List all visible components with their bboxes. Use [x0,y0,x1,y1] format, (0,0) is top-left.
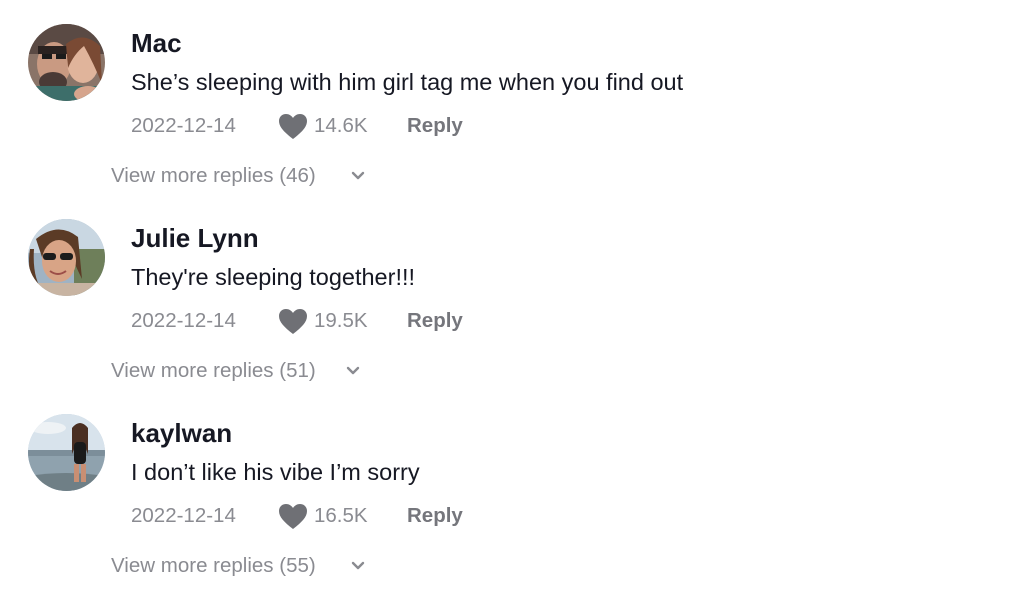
comment-text: She’s sleeping with him girl tag me when… [131,69,684,95]
avatar[interactable] [28,219,105,296]
avatar[interactable] [28,24,105,101]
reply-button[interactable]: Reply [407,501,463,531]
avatar-photo-icon [28,219,105,296]
comment-text: They're sleeping together!!! [131,264,416,290]
view-more-replies-label: View more replies (55) [111,554,316,577]
like-count: 16.5K [314,504,368,527]
like-count: 14.6K [314,114,368,137]
comment-item: kaylwan I don’t like his vibe I’m sorry … [0,390,1024,585]
heart-icon[interactable] [278,308,308,336]
comment-text: I don’t like his vibe I’m sorry [131,459,420,485]
chevron-down-icon [346,366,360,376]
heart-icon[interactable] [278,113,308,141]
comment-username[interactable]: Mac [131,27,182,59]
avatar-photo-icon [28,414,105,491]
comment-date: 2022-12-14 [131,114,236,137]
comment-username[interactable]: Julie Lynn [131,222,259,254]
view-more-replies-label: View more replies (51) [111,359,316,382]
chevron-down-icon [351,171,365,181]
chevron-down-icon [351,561,365,571]
reply-button[interactable]: Reply [407,111,463,141]
heart-icon[interactable] [278,503,308,531]
comment-username[interactable]: kaylwan [131,417,232,449]
avatar[interactable] [28,414,105,491]
reply-button[interactable]: Reply [407,306,463,336]
comment-date: 2022-12-14 [131,309,236,332]
comment-date: 2022-12-14 [131,504,236,527]
comment-item: Julie Lynn They're sleeping together!!! … [0,195,1024,390]
avatar-photo-icon [28,24,105,101]
comment-list: Mac She’s sleeping with him girl tag me … [0,0,1024,599]
like-count: 19.5K [314,309,368,332]
view-more-replies-label: View more replies (46) [111,164,316,187]
comment-item: Mac She’s sleeping with him girl tag me … [0,0,1024,195]
